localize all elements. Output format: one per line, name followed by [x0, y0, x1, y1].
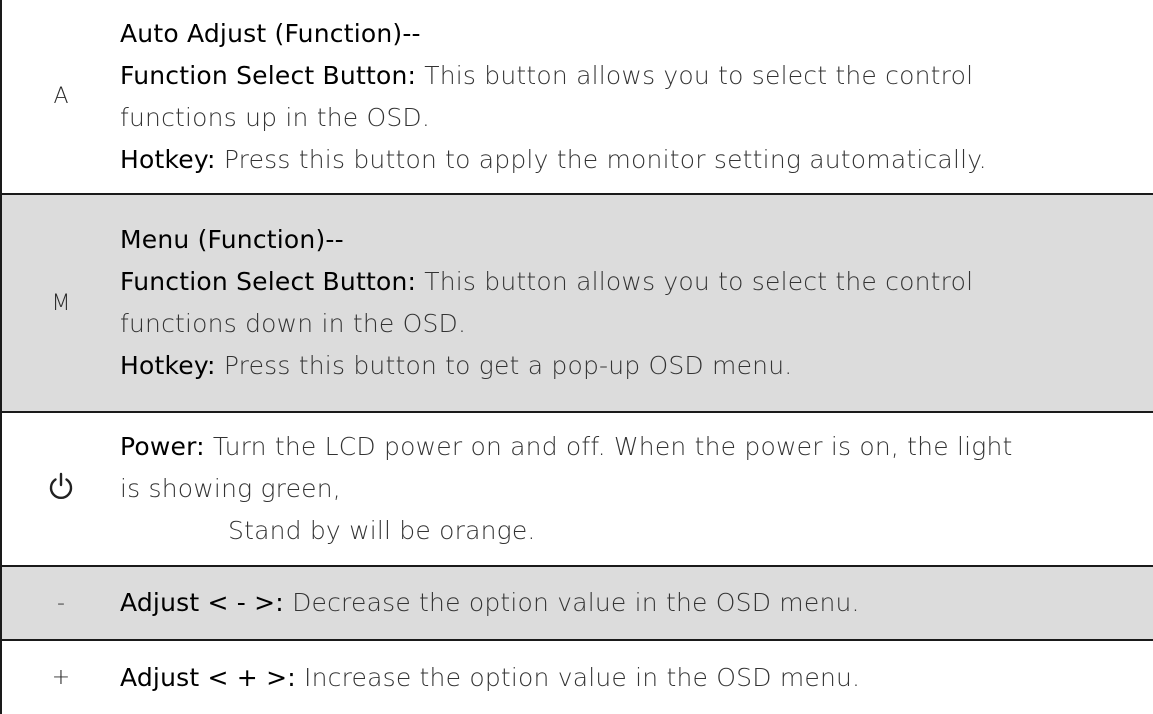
description-line: Power: Turn the LCD power on and off. Wh… — [120, 426, 1153, 468]
key-label-plus: + — [51, 665, 71, 690]
term-label: Hotkey: — [120, 351, 216, 380]
row-description: Adjust < + >: Increase the option value … — [120, 657, 1153, 699]
description-line: Hotkey: Press this button to apply the m… — [120, 139, 1153, 181]
term-text: Press this button to apply the monitor s… — [215, 144, 987, 174]
row-description: Menu (Function)-- Function Select Button… — [120, 219, 1153, 387]
term-text: Press this button to get a pop-up OSD me… — [215, 351, 793, 380]
term-text: Decrease the option value in the OSD men… — [283, 588, 860, 617]
term-label: Adjust < + >: — [120, 662, 296, 692]
row-heading: Auto Adjust (Function)-- — [120, 18, 421, 48]
description-line: functions up in the OSD. — [120, 102, 431, 132]
description-line: Stand by will be orange. — [228, 516, 536, 545]
description-line: Adjust < + >: Increase the option value … — [120, 657, 1153, 699]
row-description: Adjust < - >: Decrease the option value … — [120, 582, 1153, 624]
row-heading: Menu (Function)-- — [120, 225, 344, 254]
table-row-auto-adjust: A Auto Adjust (Function)-- Function Sele… — [2, 0, 1153, 195]
description-line: Function Select Button: This button allo… — [120, 55, 1153, 97]
description-line: Hotkey: Press this button to get a pop-u… — [120, 345, 1153, 387]
description-line: functions down in the OSD. — [120, 309, 467, 338]
table-row-menu: M Menu (Function)-- Function Select Butt… — [2, 195, 1153, 413]
key-label-power — [2, 471, 120, 507]
term-label: Function Select Button: — [120, 60, 417, 90]
key-label-minus: - — [57, 590, 65, 616]
table-row-adjust-minus: - Adjust < - >: Decrease the option valu… — [2, 567, 1153, 641]
term-text: This button allows you to select the con… — [416, 267, 974, 296]
button-function-table: A Auto Adjust (Function)-- Function Sele… — [0, 0, 1153, 714]
table-row-adjust-plus: + Adjust < + >: Increase the option valu… — [2, 641, 1153, 714]
power-icon — [49, 472, 73, 500]
term-label: Hotkey: — [120, 144, 216, 174]
term-label: Function Select Button: — [120, 267, 417, 296]
term-text: Increase the option value in the OSD men… — [295, 662, 861, 692]
table-row-power: Power: Turn the LCD power on and off. Wh… — [2, 413, 1153, 567]
term-label: Adjust < - >: — [120, 588, 284, 617]
description-line: Function Select Button: This button allo… — [120, 261, 1153, 303]
term-label: Power: — [120, 432, 205, 461]
term-text: Turn the LCD power on and off. When the … — [204, 432, 1013, 461]
row-description: Auto Adjust (Function)-- Function Select… — [120, 13, 1153, 181]
row-description: Power: Turn the LCD power on and off. Wh… — [120, 426, 1153, 552]
description-line: is showing green, — [120, 474, 341, 503]
description-line: Adjust < - >: Decrease the option value … — [120, 582, 1153, 624]
term-text: This button allows you to select the con… — [416, 60, 974, 90]
key-label-a: A — [53, 84, 69, 109]
key-label-m: M — [51, 290, 71, 316]
